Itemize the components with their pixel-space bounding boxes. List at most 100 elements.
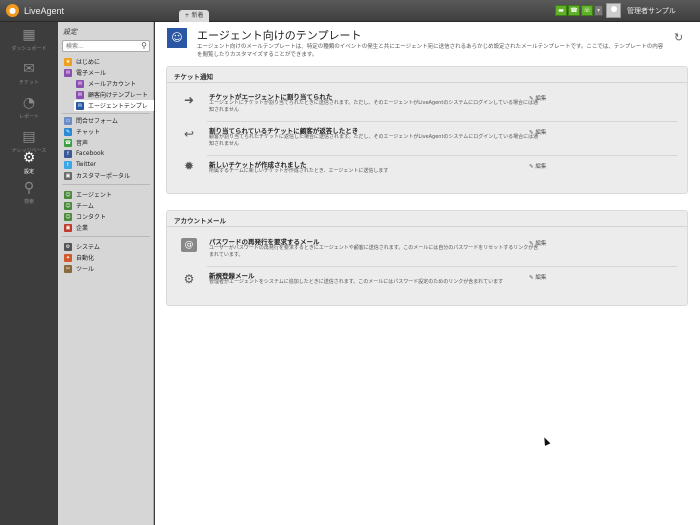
- app-logo[interactable]: ● LiveAgent: [6, 4, 64, 17]
- settings-item-contact-form[interactable]: ▭ 問合せフォーム: [64, 115, 118, 126]
- refresh-icon[interactable]: ↻: [674, 31, 683, 44]
- ticket-icon: ✉: [23, 61, 35, 77]
- template-row: @ パスワードの再発行を要求するメール ユーザーがパスワードの再発行を要求すると…: [167, 236, 687, 262]
- portal-icon: ▣: [64, 171, 72, 180]
- settings-item-label: Facebook: [76, 150, 105, 157]
- nav-label: 検索: [23, 199, 34, 205]
- settings-item-label: 問合せフォーム: [76, 118, 118, 125]
- main-content: ☺ エージェント向けのテンプレート エージェント向けのメールテンプレートは、特定…: [155, 22, 700, 525]
- settings-search-box: ⚲: [62, 40, 150, 52]
- company-icon: ▣: [64, 223, 72, 232]
- settings-title: 設定: [63, 28, 77, 36]
- twitter-icon: t: [64, 160, 72, 169]
- facebook-icon: f: [64, 149, 72, 158]
- mail-status-icon[interactable]: ☏: [581, 5, 593, 16]
- status-dropdown-icon[interactable]: ▾: [594, 5, 603, 16]
- nav-reports[interactable]: ◔ レポート: [0, 92, 58, 126]
- settings-item-label: コンタクト: [76, 214, 107, 221]
- edit-link[interactable]: ✎ 編集: [529, 239, 546, 247]
- ticket-notifications-panel: チケット通知 ➜ チケットがエージェントに割り当てられた エージェントにチケット…: [166, 66, 688, 194]
- automation-icon: ✦: [64, 253, 72, 262]
- settings-item-label: 電子メール: [76, 70, 107, 77]
- template-description: エージェントにチケットが割り当てられたときに送信されます。ただし、そのエージェン…: [209, 100, 539, 113]
- phone-status-icon[interactable]: ☎: [568, 5, 580, 16]
- mail-icon: ✉: [64, 68, 72, 77]
- nav-tickets[interactable]: ✉ チケット: [0, 58, 58, 92]
- nav-search[interactable]: ⚲ 検索: [0, 177, 58, 211]
- search-icon[interactable]: ⚲: [141, 41, 147, 50]
- search-icon: ⚲: [23, 180, 35, 196]
- username[interactable]: 管理者サンプル: [627, 6, 676, 16]
- divider: [62, 236, 150, 237]
- edit-link[interactable]: ✎ 編集: [529, 94, 546, 102]
- settings-item-facebook[interactable]: f Facebook: [64, 148, 104, 159]
- mail-icon: ✉: [76, 90, 84, 99]
- contact-icon: ☺: [64, 212, 72, 221]
- edit-link[interactable]: ✎ 編集: [529, 128, 546, 136]
- edit-link[interactable]: ✎ 編集: [529, 273, 546, 281]
- divider: [167, 226, 687, 227]
- settings-item-agents[interactable]: ☺ エージェント: [64, 189, 112, 200]
- settings-item-label: カスタマーポータル: [76, 173, 131, 180]
- settings-item-companies[interactable]: ▣ 企業: [64, 222, 88, 233]
- settings-item-chat[interactable]: ✎ チャット: [64, 126, 100, 137]
- section-title: チケット通知: [174, 73, 213, 81]
- settings-item-label: システム: [76, 244, 100, 251]
- settings-item-system[interactable]: ⚙ システム: [64, 241, 100, 252]
- settings-item-customer-portal[interactable]: ▣ カスタマーポータル: [64, 170, 130, 181]
- divider: [207, 155, 677, 156]
- edit-link[interactable]: ✎ 編集: [529, 162, 546, 170]
- nav-label: レポート: [18, 114, 39, 120]
- settings-item-label: 顧客向けテンプレート: [88, 92, 148, 99]
- settings-item-mail-accounts[interactable]: ✉ メールアカウント: [76, 78, 136, 89]
- tools-icon: ✂: [64, 264, 72, 273]
- settings-item-automation[interactable]: ✦ 自動化: [64, 252, 94, 263]
- settings-item-customer-templates[interactable]: ✉ 顧客向けテンプレート: [76, 89, 148, 100]
- settings-item-agent-templates[interactable]: ✉ エージェントテンプレ: [74, 100, 154, 111]
- edit-label: 編集: [535, 164, 547, 170]
- settings-item-voice[interactable]: ☎ 音声: [64, 137, 88, 148]
- settings-item-contacts[interactable]: ☺ コンタクト: [64, 211, 106, 222]
- new-ticket-icon: ✹: [183, 159, 195, 173]
- divider: [62, 184, 150, 185]
- status-toggle-group: ▬ ☎ ☏ ▾: [555, 5, 603, 16]
- page-description: エージェント向けのメールテンプレートは、特定の種類のイベントの発生と共にエージェ…: [197, 44, 664, 58]
- form-icon: ▭: [64, 116, 72, 125]
- nav-dashboard[interactable]: ▦ ダッシュボード: [0, 24, 58, 58]
- settings-item-tools[interactable]: ✂ ツール: [64, 263, 94, 274]
- edit-label: 編集: [535, 241, 547, 247]
- chat-status-icon[interactable]: ▬: [555, 5, 567, 16]
- settings-item-twitter[interactable]: t Twitter: [64, 159, 96, 170]
- settings-item-label: Twitter: [76, 161, 97, 168]
- edit-label: 編集: [535, 96, 547, 102]
- nav-label: 設定: [23, 169, 34, 175]
- nav-label: ダッシュボード: [11, 46, 47, 52]
- gear-icon: ⚙: [22, 150, 36, 166]
- phone-icon: ☎: [64, 138, 72, 147]
- settings-item-teams[interactable]: ☺ チーム: [64, 200, 94, 211]
- nav-label: チケット: [18, 80, 39, 86]
- dashboard-icon: ▦: [22, 27, 36, 43]
- account-emails-panel: アカウントメール @ パスワードの再発行を要求するメール ユーザーがパスワードの…: [166, 210, 688, 306]
- new-tab-button[interactable]: + 新着: [179, 10, 209, 22]
- template-row: ⚙ 新規登録メール 管理者がエージェントをシステムに追加したときに送信されます。…: [167, 270, 687, 296]
- assign-arrow-icon: ➜: [183, 93, 195, 107]
- settings-item-label: チーム: [76, 203, 94, 210]
- nav-settings[interactable]: ⚙ 設定: [0, 147, 58, 181]
- mail-icon: ✉: [76, 79, 84, 88]
- settings-search-input[interactable]: [63, 41, 137, 51]
- settings-item-email[interactable]: ✉ 電子メール: [64, 67, 106, 78]
- settings-sidebar: 設定 ⚲ ★はじめに ✉電子メール ✉メールアカウント ✉顧客向けテンプレート …: [58, 22, 154, 525]
- report-icon: ◔: [22, 95, 36, 111]
- avatar[interactable]: [606, 3, 621, 18]
- liveagent-logo-icon: ●: [6, 4, 19, 17]
- template-description: 管理者がエージェントをシステムに追加したときに送信されます。このメールにはパスワ…: [209, 279, 504, 285]
- template-row: ➜ チケットがエージェントに割り当てられた エージェントにチケットが割り当てられ…: [167, 91, 687, 117]
- settings-item-label: 企業: [76, 225, 89, 232]
- divider: [62, 113, 150, 114]
- settings-item-getting-started[interactable]: ★ はじめに: [64, 56, 100, 67]
- divider: [167, 82, 687, 83]
- top-bar: ● LiveAgent + 新着 ▬ ☎ ☏ ▾ 管理者サンプル: [0, 0, 700, 22]
- template-row: ✹ 新しいチケットが作成されました 所属するチームに新しいチケットが作成されたと…: [167, 159, 687, 185]
- divider: [207, 121, 677, 122]
